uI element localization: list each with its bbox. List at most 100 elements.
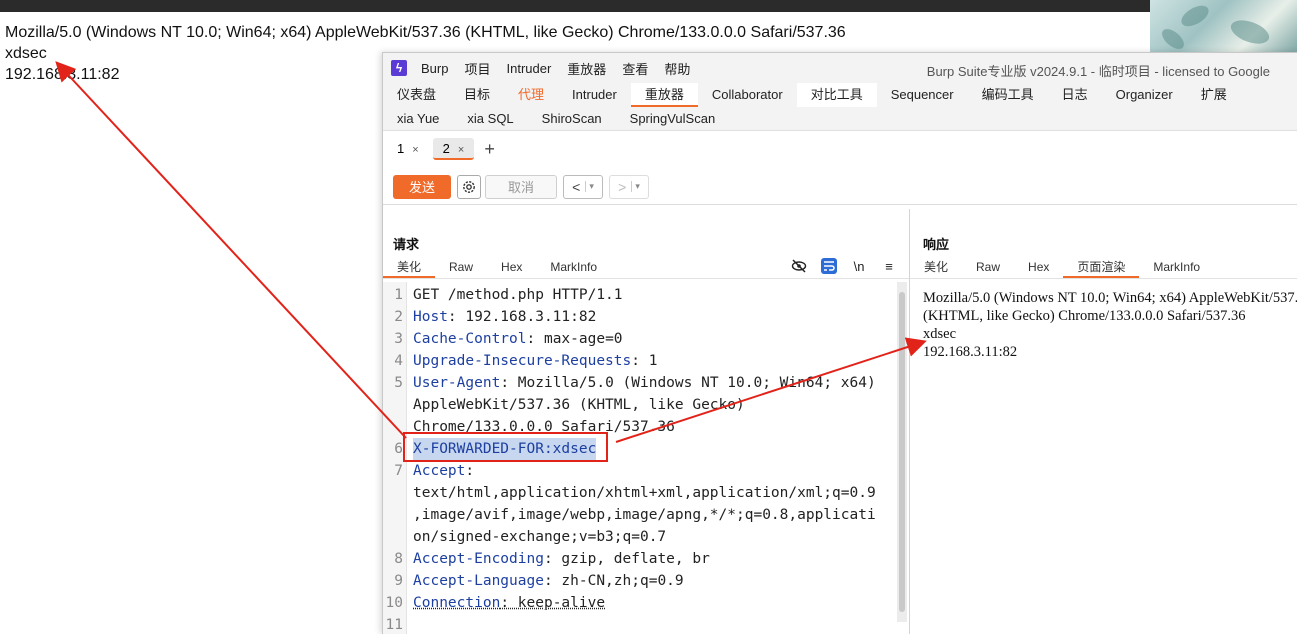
tab-markinfo[interactable]: MarkInfo — [1139, 257, 1214, 278]
cancel-button[interactable]: 取消 — [485, 174, 557, 199]
menu-repeater[interactable]: 重放器 — [567, 59, 606, 78]
request-scrollbar[interactable] — [897, 282, 907, 622]
menu-view[interactable]: 查看 — [622, 59, 648, 78]
render-line: 192.168.3.11:82 — [923, 344, 1018, 360]
code-text: User-Agent: Mozilla/5.0 (Windows NT 10.0… — [413, 372, 876, 394]
eye-slash-icon[interactable] — [791, 258, 807, 274]
code-text: Accept: — [413, 460, 474, 482]
tab-pretty[interactable]: 美化 — [910, 257, 962, 278]
header-value: : 192.168.3.11:82 — [447, 309, 597, 325]
chevron-down-icon[interactable]: ▾ — [631, 181, 640, 192]
tab-xia-sql[interactable]: xia SQL — [453, 107, 527, 131]
request-tool-icons: \n ≡ — [791, 258, 897, 274]
tab-proxy[interactable]: 代理 — [504, 83, 558, 107]
tab-dashboard[interactable]: 仪表盘 — [383, 83, 450, 107]
line-number: 3 — [394, 331, 403, 347]
screen: { "browser_page": { "line1": "Mozilla/5.… — [0, 0, 1297, 634]
tab-xia-yue[interactable]: xia Yue — [383, 107, 453, 131]
line-number: 4 — [394, 353, 403, 369]
code-text: on/signed-exchange;v=b3;q=0.7 — [413, 526, 666, 548]
main-tab-bar: 仪表盘 目标 代理 Intruder 重放器 Collaborator 对比工具… — [383, 83, 1297, 107]
repeater-tab-bar: 1 × 2 × + — [383, 135, 1297, 163]
wrap-icon[interactable] — [821, 258, 837, 274]
render-line: xdsec — [923, 326, 957, 342]
menu-bar: ϟ Burp 项目 Intruder 重放器 查看 帮助 Burp Suite专… — [383, 53, 1297, 83]
header-value: text/html,application/xhtml+xml,applicat… — [413, 485, 876, 501]
arrow-to-page-text — [55, 61, 407, 439]
header-name: Host — [413, 309, 448, 325]
code-text: Upgrade-Insecure-Requests: 1 — [413, 350, 657, 372]
tab-sequencer[interactable]: Sequencer — [877, 83, 968, 107]
header-value: GET /method.php HTTP/1.1 — [413, 287, 623, 303]
newline-icon[interactable]: \n — [851, 258, 867, 274]
highlight-box-annotation — [403, 432, 608, 462]
tab-hex[interactable]: Hex — [1014, 257, 1063, 278]
scrollbar-thumb[interactable] — [899, 292, 905, 612]
tab-intruder[interactable]: Intruder — [558, 83, 631, 107]
desktop-wallpaper-image — [1150, 0, 1297, 53]
repeater-tab-2[interactable]: 2 × — [432, 138, 475, 160]
tab-springvulscan[interactable]: SpringVulScan — [616, 107, 730, 131]
header-name: User-Agent — [413, 375, 501, 391]
window-title: Burp Suite专业版 v2024.9.1 - 临时项目 - license… — [926, 64, 1270, 79]
header-name: Accept-Encoding — [413, 551, 544, 567]
tab-render[interactable]: 页面渲染 — [1063, 257, 1140, 278]
tab-raw[interactable]: Raw — [435, 257, 487, 278]
header-name: Accept — [413, 463, 466, 479]
menu-icon[interactable]: ≡ — [881, 258, 897, 274]
tab-extensions[interactable]: 扩展 — [1187, 83, 1241, 107]
line-number: 11 — [385, 617, 403, 633]
tab-shiroscan[interactable]: ShiroScan — [528, 107, 616, 131]
code-text: GET /method.php HTTP/1.1 — [413, 284, 623, 306]
rendered-response: Mozilla/5.0 (Windows NT 10.0; Win64; x64… — [923, 289, 1297, 361]
code-text: ,image/avif,image/webp,image/apng,*/*;q=… — [413, 504, 876, 526]
code-text: Host: 192.168.3.11:82 — [413, 306, 596, 328]
line-number: 7 — [394, 463, 403, 479]
tab-logger[interactable]: 日志 — [1048, 83, 1102, 107]
menu-intruder[interactable]: Intruder — [506, 61, 551, 76]
forward-arrow-icon: > — [618, 178, 627, 195]
close-icon[interactable]: × — [412, 144, 418, 156]
menu-burp[interactable]: Burp — [421, 61, 448, 76]
header-value: : — [465, 463, 475, 479]
line-number: 8 — [394, 551, 403, 567]
tab-hex[interactable]: Hex — [487, 257, 536, 278]
repeater-tab-1[interactable]: 1 × — [387, 138, 429, 160]
tab-repeater[interactable]: 重放器 — [630, 83, 698, 107]
tab-target[interactable]: 目标 — [450, 83, 504, 107]
header-name: Connection — [413, 595, 501, 611]
repeater-toolbar: 发送 取消 < ▾ > ▾ — [383, 169, 1297, 205]
header-value: : 1 — [631, 353, 658, 369]
tab-comparer[interactable]: 对比工具 — [796, 83, 877, 107]
code-text: Accept-Language: zh-CN,zh;q=0.9 — [413, 570, 684, 592]
code-text: Accept-Encoding: gzip, deflate, br — [413, 548, 710, 570]
response-view-tabs: 美化 Raw Hex 页面渲染 MarkInfo — [910, 257, 1297, 279]
page-host-text: 192.168.3.11:82 — [5, 66, 120, 83]
tab-raw[interactable]: Raw — [962, 257, 1014, 278]
burp-logo-icon: ϟ — [391, 60, 407, 76]
tab-organizer[interactable]: Organizer — [1102, 83, 1187, 107]
line-number: 5 — [394, 375, 403, 391]
send-button[interactable]: 发送 — [393, 174, 451, 199]
close-icon[interactable]: × — [458, 144, 464, 156]
code-text: text/html,application/xhtml+xml,applicat… — [413, 482, 876, 504]
settings-button[interactable] — [457, 174, 481, 199]
header-name: Accept-Language — [413, 573, 544, 589]
tab-collaborator[interactable]: Collaborator — [698, 83, 797, 107]
line-number: 10 — [385, 595, 403, 611]
repeater-tab-label: 2 — [442, 141, 450, 156]
header-value: : gzip, deflate, br — [543, 551, 710, 567]
line-number: 6 — [394, 441, 403, 457]
menu-help[interactable]: 帮助 — [664, 59, 690, 78]
tab-pretty[interactable]: 美化 — [383, 257, 436, 278]
line-number: 2 — [394, 309, 403, 325]
tab-markinfo[interactable]: MarkInfo — [536, 257, 611, 278]
forward-button[interactable]: > ▾ — [609, 174, 649, 199]
add-tab-button[interactable]: + — [484, 139, 495, 160]
back-button[interactable]: < ▾ — [563, 174, 603, 199]
extension-tab-bar: xia Yue xia SQL ShiroScan SpringVulScan — [383, 107, 1297, 131]
tab-decoder[interactable]: 编码工具 — [968, 83, 1048, 107]
menu-project[interactable]: 项目 — [464, 59, 490, 78]
chevron-down-icon[interactable]: ▾ — [585, 181, 594, 192]
header-value: : max-age=0 — [526, 331, 623, 347]
